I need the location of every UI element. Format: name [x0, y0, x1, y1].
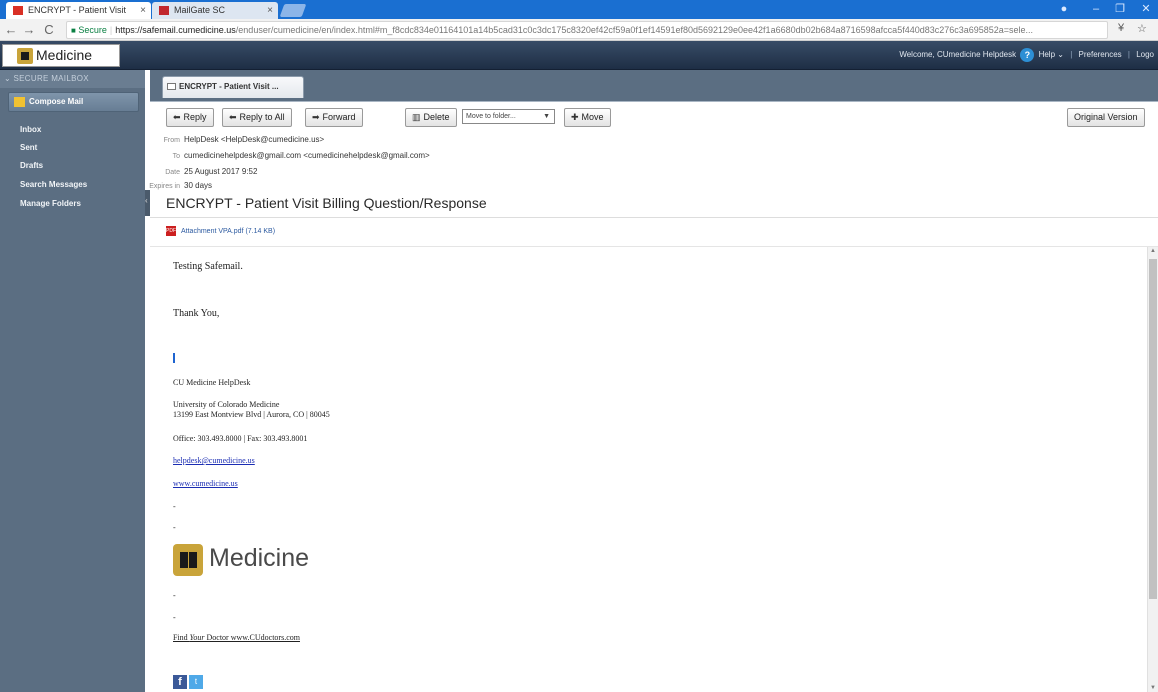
browser-tab-encrypt[interactable]: ENCRYPT - Patient Visit × [6, 2, 151, 19]
twitter-icon[interactable]: t [189, 675, 203, 689]
browser-tab-title: ENCRYPT - Patient Visit [28, 5, 127, 15]
text-cursor [173, 353, 175, 363]
url-host: https://safemail.cumedicine.us [115, 25, 236, 35]
reply-all-icon: ⬅ [229, 112, 237, 122]
cu-logo-icon [173, 544, 203, 576]
divider [150, 217, 1158, 218]
signature-org: University of Colorado Medicine [173, 400, 280, 409]
signature-web-link[interactable]: www.cumedicine.us [173, 479, 238, 488]
header-to: To cumedicinehelpdesk@gmail.com <cumedici… [172, 151, 430, 160]
reply-button[interactable]: ⬅ Reply [166, 108, 214, 127]
gmail-icon [13, 6, 23, 15]
header-expires: Expires in 30 days [149, 181, 213, 190]
forward-icon: ➡ [312, 112, 320, 122]
find-doctor-link[interactable]: Find Your Doctor www.CUdoctors.com [173, 633, 300, 642]
scrollbar-thumb[interactable] [1149, 259, 1157, 599]
browser-tab-mailgate[interactable]: MailGate SC × [152, 2, 278, 19]
move-icon: ✚ [571, 112, 579, 122]
reply-all-button[interactable]: ⬅ Reply to All [222, 108, 292, 127]
body-dash: - [173, 613, 176, 622]
lock-icon: ■ [71, 26, 76, 35]
cu-logo-icon [17, 48, 33, 64]
sidebar-item-inbox[interactable]: Inbox [20, 125, 41, 134]
trash-icon: ▥ [412, 112, 421, 122]
facebook-icon[interactable]: f [173, 675, 187, 689]
help-menu[interactable]: Help [1039, 50, 1055, 59]
forward-button[interactable]: ➡ Forward [305, 108, 363, 127]
chevron-down-icon: ⌄ [4, 74, 14, 83]
delete-button[interactable]: ▥ Delete [405, 108, 457, 127]
chevron-down-icon[interactable]: ⌄ [1057, 50, 1064, 59]
bookmark-star-icon[interactable]: ☆ [1137, 22, 1147, 35]
body-dash: - [173, 523, 176, 532]
sidebar-item-sent[interactable]: Sent [20, 143, 37, 152]
profile-icon[interactable]: ● [1052, 0, 1076, 19]
url-field[interactable]: ■ Secure | https://safemail.cumedicine.us/… [66, 21, 1108, 39]
logo-text: Medicine [209, 544, 310, 572]
close-tab-icon[interactable]: × [267, 2, 273, 19]
back-icon[interactable]: ← [4, 22, 18, 38]
new-tab-button[interactable] [279, 4, 307, 17]
reload-icon[interactable]: C [42, 22, 56, 38]
logo-text: Medicine [36, 47, 93, 63]
address-bar: ← → C ■ Secure | https://safemail.cumedici… [0, 19, 1158, 41]
signature-address: 13199 East Montview Blvd | Aurora, CO | … [173, 410, 330, 419]
original-version-button[interactable]: Original Version [1067, 108, 1145, 127]
welcome-text: Welcome, CUmedicine Helpdesk [899, 50, 1017, 60]
body-dash: - [173, 502, 176, 511]
attachment-link[interactable]: PDF Attachment VPA.pdf (7.14 KB) [166, 226, 275, 236]
message-subject: ENCRYPT - Patient Visit Billing Question… [166, 195, 487, 211]
help-icon[interactable]: ? [1020, 48, 1035, 62]
preferences-link[interactable]: Preferences [1079, 50, 1122, 59]
sidebar-item-search-messages[interactable]: Search Messages [20, 180, 87, 189]
header-date: Date 25 August 2017 9:52 [165, 167, 258, 176]
reply-icon: ⬅ [173, 112, 181, 122]
move-button[interactable]: ✚ Move [564, 108, 611, 127]
body-dash: - [173, 591, 176, 600]
sidebar-item-drafts[interactable]: Drafts [20, 161, 43, 170]
compose-icon [14, 97, 25, 107]
secure-label: Secure [78, 25, 107, 35]
mailbox-header[interactable]: ⌄ Secure Mailbox [0, 70, 145, 88]
url-path: /enduser/cumedicine/en/index.html#m_f8cd… [235, 25, 1034, 35]
signature-phone: Office: 303.493.8000 | Fax: 303.493.8001 [173, 434, 308, 443]
pdf-icon: PDF [166, 226, 176, 236]
mailgate-icon [159, 6, 169, 15]
body-greeting: Testing Safemail. [173, 261, 243, 272]
close-window-icon[interactable]: ✕ [1134, 0, 1158, 19]
main-pane: ENCRYPT - Patient Visit ... ⬅ Reply ⬅ Repl… [149, 70, 1158, 692]
message-toolbar: ⬅ Reply ⬅ Reply to All ➡ Forward ▥ Delete Mo… [150, 108, 1158, 132]
envelope-icon [167, 83, 176, 90]
extension-icon[interactable]: ¥ [1118, 22, 1124, 34]
message-tab-bar: ENCRYPT - Patient Visit ... [150, 70, 1158, 102]
body-thanks: Thank You, [173, 308, 220, 319]
restore-icon[interactable]: ❐ [1108, 0, 1132, 19]
minimize-icon[interactable]: – [1084, 0, 1108, 19]
dropdown-caret-icon: ▼ [543, 113, 550, 120]
forward-icon[interactable]: → [22, 22, 36, 38]
compose-mail-button[interactable]: Compose Mail [8, 92, 139, 112]
logout-link[interactable]: Logo [1136, 50, 1154, 59]
scroll-down-icon[interactable]: ▼ [1149, 685, 1157, 691]
signature-name: CU Medicine HelpDesk [173, 378, 251, 387]
close-tab-icon[interactable]: × [140, 2, 146, 19]
browser-tab-title: MailGate SC [174, 5, 226, 15]
app-header: Medicine Welcome, CUmedicine Helpdesk ? … [0, 41, 1158, 70]
signature-email-link[interactable]: helpdesk@cumedicine.us [173, 456, 255, 465]
medicine-logo[interactable]: Medicine [2, 44, 120, 67]
message-body: Testing Safemail. Thank You, CU Medicine… [150, 247, 1147, 692]
tab-message[interactable]: ENCRYPT - Patient Visit ... [162, 76, 304, 98]
cu-medicine-logo: Medicine [173, 540, 333, 584]
header-from: From HelpDesk <HelpDesk@cumedicine.us> [163, 135, 325, 144]
sidebar: ⌄ Secure Mailbox Compose Mail Inbox Sent… [0, 70, 145, 692]
user-area: Welcome, CUmedicine Helpdesk ? Help ⌄ | … [899, 48, 1154, 62]
browser-tab-strip: ENCRYPT - Patient Visit × MailGate SC × … [0, 0, 1158, 19]
sidebar-item-manage-folders[interactable]: Manage Folders [20, 199, 81, 208]
move-to-folder-select[interactable]: Move to folder... ▼ [462, 109, 555, 124]
scroll-up-icon[interactable]: ▲ [1149, 248, 1157, 254]
message-scrollbar[interactable]: ▲ ▼ [1147, 247, 1158, 692]
